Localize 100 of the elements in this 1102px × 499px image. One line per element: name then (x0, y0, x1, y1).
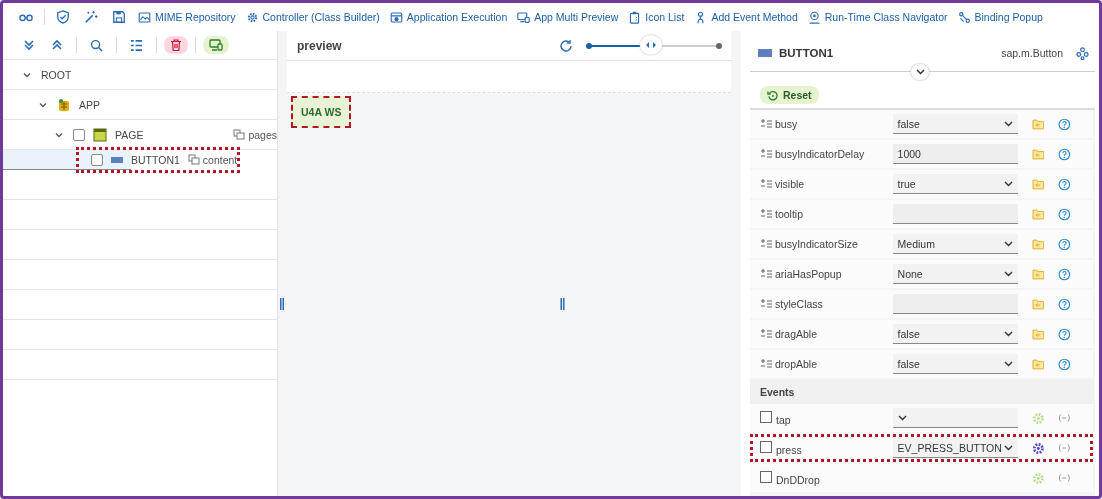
property-icon (760, 239, 772, 249)
property-name: ariaHasPopup (760, 268, 893, 280)
property-icon (760, 209, 772, 219)
help-icon[interactable] (1058, 297, 1071, 311)
property-dropdown[interactable]: None (892, 264, 1018, 284)
link-code-icon[interactable] (1058, 443, 1071, 453)
devices-icon (209, 39, 223, 51)
event-name: press (776, 443, 802, 456)
event-name: DnDDrop (776, 473, 820, 486)
toolbar-link[interactable]: Application Execution (385, 7, 512, 27)
preview-button[interactable]: U4A WS (291, 96, 352, 128)
folder-icon[interactable] (1031, 208, 1045, 220)
folder-icon[interactable] (1031, 328, 1045, 340)
link-code-icon[interactable] (1058, 413, 1071, 423)
property-input[interactable] (892, 294, 1018, 314)
property-dropdown[interactable]: true (892, 174, 1018, 194)
toolbar-link-icon (957, 10, 971, 24)
drag-arrows-icon (646, 41, 657, 48)
toolbar-link-icon (245, 10, 259, 24)
property-icon (760, 179, 772, 189)
tree-node-label[interactable]: PAGE (115, 128, 144, 141)
property-icon (760, 119, 772, 129)
page-icon (93, 127, 107, 142)
toolbar-link[interactable]: Add Event Method (690, 7, 802, 27)
control-name: BUTTON1 (779, 47, 835, 59)
tree-node-label[interactable]: APP (79, 98, 100, 111)
help-icon[interactable] (1058, 117, 1071, 131)
toolbar-link[interactable]: Controller (Class Builder) (241, 7, 384, 27)
collapse-button[interactable] (911, 64, 929, 80)
button-control-icon (111, 155, 123, 164)
help-icon[interactable] (1058, 267, 1071, 281)
toolbar-link-icon (628, 10, 642, 24)
help-icon[interactable] (1058, 327, 1071, 341)
aggregation-label: pages (233, 128, 277, 141)
property-name: dropAble (760, 358, 893, 370)
chevron-down-icon (915, 69, 925, 75)
aggregation-label: content (187, 153, 238, 166)
property-input[interactable] (892, 204, 1018, 224)
folder-icon[interactable] (1031, 178, 1045, 190)
event-checkbox[interactable] (760, 410, 772, 423)
property-name: busyIndicatorDelay (760, 148, 893, 160)
toolbar-link[interactable]: Run-Time Class Navigator (803, 7, 952, 27)
property-dropdown[interactable]: false (892, 324, 1018, 344)
tree-node-label[interactable]: BUTTON1 (131, 153, 180, 166)
link-code-icon[interactable] (1058, 473, 1071, 483)
help-icon[interactable] (1058, 357, 1071, 371)
event-checkbox[interactable] (760, 470, 772, 483)
property-input[interactable]: 1000 (892, 144, 1018, 164)
preview-title: preview (297, 38, 343, 53)
toolbar-link[interactable]: Icon List (624, 7, 689, 27)
toolbar-link[interactable]: App Multi Preview (513, 7, 623, 27)
property-icon (760, 359, 772, 369)
toolbar-link-icon (517, 10, 531, 24)
folder-icon[interactable] (1031, 268, 1045, 280)
trash-icon (170, 39, 182, 51)
checkbox[interactable] (73, 128, 85, 141)
gear-icon[interactable] (1031, 441, 1045, 455)
device-preview-button[interactable] (203, 36, 229, 54)
property-dropdown[interactable]: false (892, 354, 1018, 374)
event-name: tap (776, 413, 791, 426)
checkbox[interactable] (91, 153, 103, 166)
event-checkbox[interactable] (760, 440, 772, 453)
property-name: busy (760, 118, 893, 130)
reset-button[interactable]: Reset (760, 86, 819, 104)
folder-icon[interactable] (1031, 148, 1045, 160)
property-icon (760, 269, 772, 279)
property-name: tooltip (760, 208, 893, 220)
events-heading: Events (750, 380, 1093, 404)
help-icon[interactable] (1058, 177, 1071, 191)
aggregation-icon (233, 129, 246, 140)
help-icon[interactable] (1058, 237, 1071, 251)
app-icon (57, 97, 71, 112)
control-class: sap.m.Button (1001, 47, 1063, 59)
folder-icon[interactable] (1031, 118, 1045, 130)
event-handler-dropdown[interactable] (892, 408, 1018, 428)
aggregation-icon (187, 154, 200, 165)
help-icon[interactable] (1058, 207, 1071, 221)
toolbar-link[interactable]: MIME Repository (134, 7, 240, 27)
folder-icon[interactable] (1031, 358, 1045, 370)
property-dropdown[interactable]: Medium (892, 234, 1018, 254)
property-name: busyIndicatorSize (760, 238, 893, 250)
toolbar-link-icon (138, 10, 151, 24)
delete-button[interactable] (164, 36, 188, 54)
property-icon (760, 329, 772, 339)
property-icon (760, 299, 772, 309)
help-icon[interactable] (1058, 147, 1071, 161)
tree-node-label[interactable]: ROOT (41, 68, 72, 81)
folder-icon[interactable] (1031, 298, 1045, 310)
toolbar-link[interactable]: Binding Popup (953, 7, 1047, 27)
reset-icon (767, 89, 778, 101)
property-name: visible (760, 178, 893, 190)
button-control-icon (758, 49, 772, 57)
folder-icon[interactable] (1031, 238, 1045, 250)
toolbar-link-icon (389, 10, 403, 24)
property-dropdown[interactable]: false (892, 114, 1018, 134)
event-handler-dropdown[interactable]: EV_PRESS_BUTTON (892, 438, 1018, 458)
toolbar-link-icon (807, 10, 821, 24)
property-name: dragAble (760, 328, 893, 340)
property-icon (760, 149, 772, 159)
property-name: styleClass (760, 298, 893, 310)
